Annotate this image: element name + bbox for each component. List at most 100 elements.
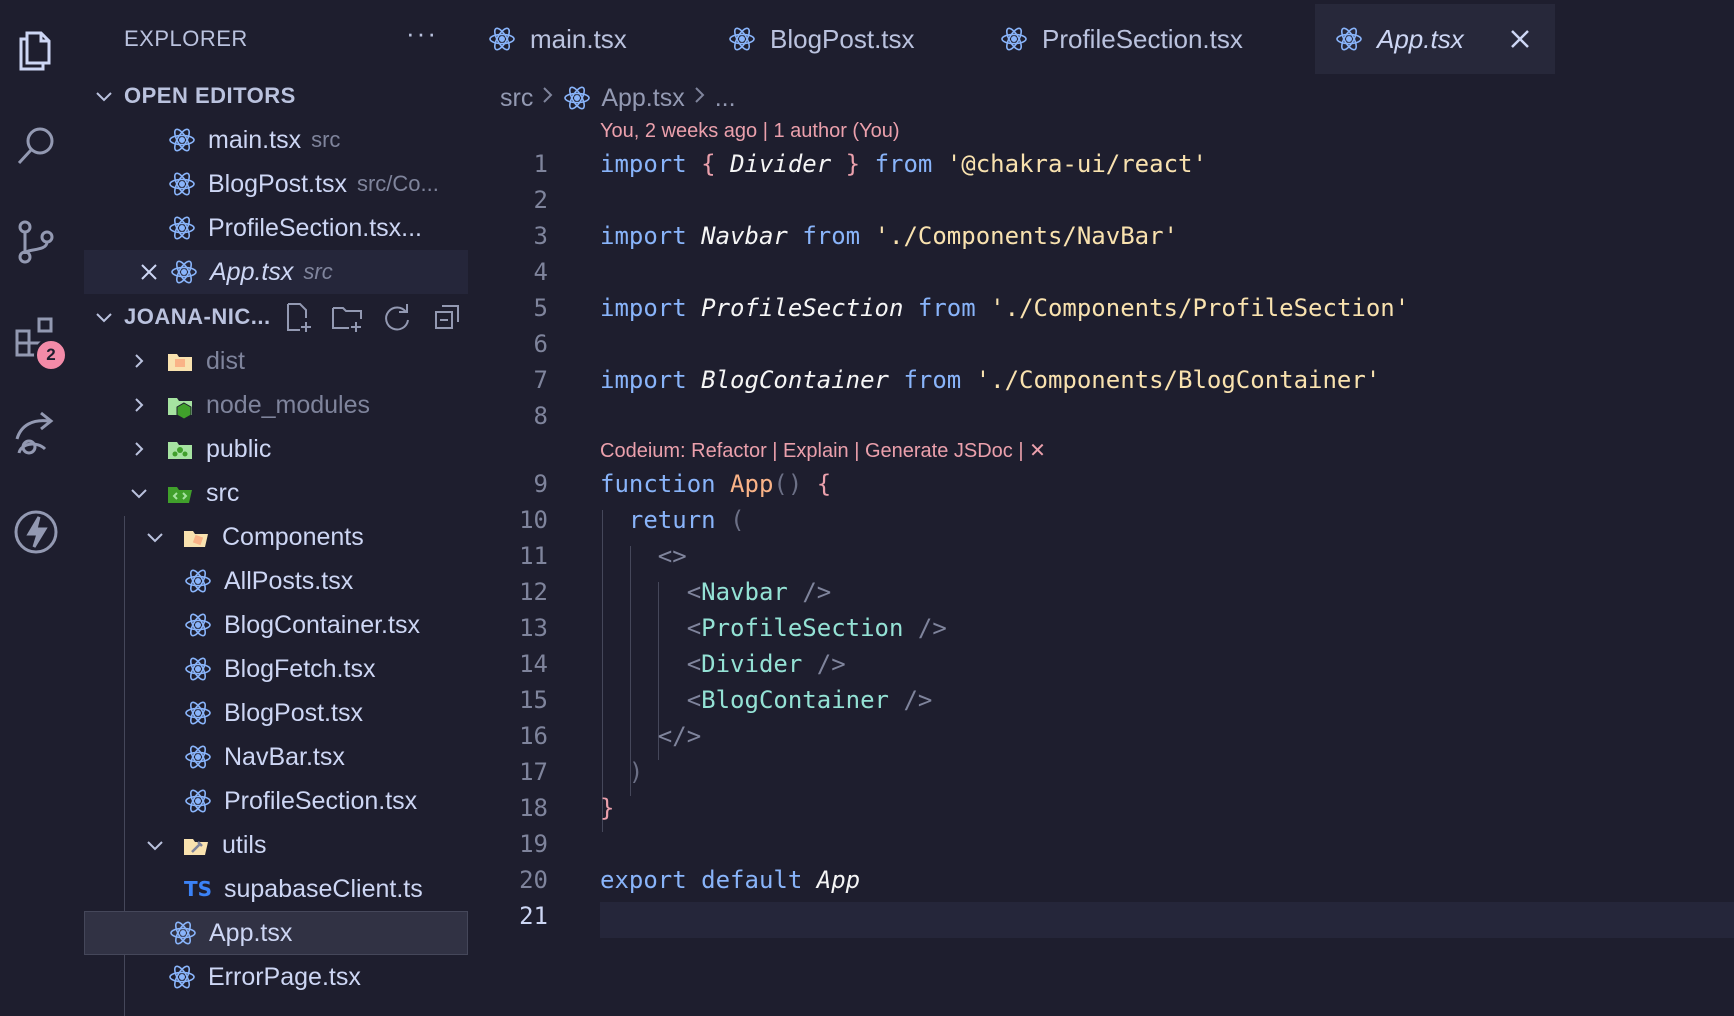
punct: < xyxy=(686,650,702,678)
tree-folder-utils[interactable]: utils xyxy=(84,823,468,867)
tree-file[interactable]: BlogFetch.tsx xyxy=(84,647,468,691)
tree-item-label: src xyxy=(206,478,240,507)
remote-icon[interactable] xyxy=(8,406,64,462)
tree-file-selected[interactable]: App.tsx xyxy=(84,911,468,955)
breadcrumb-symbols[interactable]: ... xyxy=(715,84,736,113)
lightning-icon[interactable] xyxy=(8,504,64,560)
react-icon xyxy=(184,611,212,639)
react-icon xyxy=(184,567,212,595)
open-editors-header[interactable]: OPEN EDITORS xyxy=(84,74,468,118)
tree-file[interactable]: BlogContainer.tsx xyxy=(84,603,468,647)
git-blame-lens[interactable]: You, 2 weeks ago | 1 author (You) xyxy=(600,120,899,143)
open-editor-path: src xyxy=(303,259,333,284)
open-editor-name: App.tsx xyxy=(210,257,294,286)
punct: /> xyxy=(917,614,947,642)
react-icon xyxy=(169,919,197,947)
react-icon xyxy=(168,214,196,242)
tab-label: ProfileSection.tsx xyxy=(1042,23,1243,54)
keyword: import xyxy=(600,294,687,322)
collapse-all-icon[interactable] xyxy=(430,300,464,334)
identifier: Divider xyxy=(730,150,832,178)
explorer-icon[interactable] xyxy=(8,22,64,78)
punct: /> xyxy=(903,686,933,714)
tree-folder-public[interactable]: public xyxy=(84,427,468,471)
keyword: import xyxy=(600,366,687,394)
open-editor-item[interactable]: main.tsx src xyxy=(84,118,468,162)
line-number: 7 xyxy=(533,366,548,394)
open-editor-item[interactable]: ProfileSection.tsx... xyxy=(84,206,468,250)
jsx-fragment: <> xyxy=(657,542,687,570)
open-editor-path: src/Co... xyxy=(356,171,439,196)
explorer-actions xyxy=(280,300,464,334)
tree-item-label: ErrorPage.tsx xyxy=(208,962,361,991)
tree-file[interactable]: AllPosts.tsx xyxy=(84,559,468,603)
keyword: from xyxy=(903,366,962,394)
chevron-right-icon xyxy=(541,84,555,113)
code-editor[interactable]: You, 2 weeks ago | 1 author (You) 1 2 3 … xyxy=(468,118,1734,1016)
line-number: 5 xyxy=(533,294,548,322)
string: './Components/NavBar' xyxy=(874,222,1178,250)
code-line: ) xyxy=(600,758,643,786)
dist-folder-icon xyxy=(166,347,194,375)
breadcrumb: src App.tsx ... xyxy=(500,78,736,118)
tab-blogpost[interactable]: BlogPost.tsx xyxy=(708,4,958,74)
current-line-highlight xyxy=(600,902,1734,938)
keyword: from xyxy=(802,222,861,250)
jsx-tag: ProfileSection xyxy=(701,614,904,642)
search-icon[interactable] xyxy=(8,118,64,174)
tab-profilesection[interactable]: ProfileSection.tsx xyxy=(980,4,1280,74)
activity-bar: 2 xyxy=(0,0,76,1016)
punct: { xyxy=(816,470,832,498)
new-folder-icon[interactable] xyxy=(330,300,364,334)
close-icon[interactable] xyxy=(136,259,162,285)
line-number: 18 xyxy=(519,794,548,822)
open-editors-label: OPEN EDITORS xyxy=(124,83,296,108)
tree-file[interactable]: TS supabaseClient.ts xyxy=(84,867,468,911)
line-number: 11 xyxy=(519,542,548,570)
tree-folder-dist[interactable]: dist xyxy=(84,339,468,383)
jsx-fragment: </> xyxy=(657,722,702,750)
source-control-icon[interactable] xyxy=(8,214,64,270)
tab-label: main.tsx xyxy=(530,23,627,54)
refresh-icon[interactable] xyxy=(380,300,414,334)
line-number: 13 xyxy=(519,614,548,642)
identifier: App xyxy=(816,866,861,894)
new-file-icon[interactable] xyxy=(280,300,314,334)
tree-folder-components[interactable]: Components xyxy=(84,515,468,559)
open-editor-path: src xyxy=(311,127,341,152)
open-editor-item-active[interactable]: App.tsx src xyxy=(84,250,468,294)
close-icon[interactable] xyxy=(1505,24,1535,54)
extensions-badge: 2 xyxy=(34,338,68,372)
react-icon xyxy=(170,258,198,286)
tree-file[interactable]: ProfileSection.tsx xyxy=(84,779,468,823)
line-number: 9 xyxy=(533,470,548,498)
chevron-down-icon xyxy=(142,524,168,550)
tree-file[interactable]: NavBar.tsx xyxy=(84,735,468,779)
line-number: 17 xyxy=(519,758,548,786)
tree-file[interactable]: ErrorPage.tsx xyxy=(84,955,468,999)
tree-file[interactable]: BlogPost.tsx xyxy=(84,691,468,735)
tab-app[interactable]: App.tsx xyxy=(1315,4,1555,74)
punct: ) xyxy=(628,758,644,786)
more-actions-icon[interactable]: ··· xyxy=(406,18,438,49)
react-icon xyxy=(184,743,212,771)
chevron-right-icon xyxy=(126,348,152,374)
explorer-sidebar: EXPLORER ··· OPEN EDITORS main.tsx src B… xyxy=(84,0,468,1016)
chevron-down-icon xyxy=(126,480,152,506)
breadcrumb-folder[interactable]: src xyxy=(500,84,533,113)
codeium-lens[interactable]: Codeium: Refactor | Explain | Generate J… xyxy=(600,438,1046,463)
code-line: <Navbar /> xyxy=(600,578,832,606)
react-icon xyxy=(184,787,212,815)
tree-item-label: NavBar.tsx xyxy=(224,742,345,771)
open-editor-name: main.tsx xyxy=(208,125,302,154)
tree-folder-src[interactable]: src xyxy=(84,471,468,515)
tab-main[interactable]: main.tsx xyxy=(468,4,686,74)
tree-item-label: public xyxy=(206,434,272,463)
line-number: 12 xyxy=(519,578,548,606)
tree-item-label: Components xyxy=(222,522,364,551)
punct: } xyxy=(845,150,861,178)
open-editor-item[interactable]: BlogPost.tsx src/Co... xyxy=(84,162,468,206)
tree-folder-node-modules[interactable]: node_modules xyxy=(84,383,468,427)
code-line: <> xyxy=(600,542,687,570)
breadcrumb-file[interactable]: App.tsx xyxy=(601,84,684,113)
